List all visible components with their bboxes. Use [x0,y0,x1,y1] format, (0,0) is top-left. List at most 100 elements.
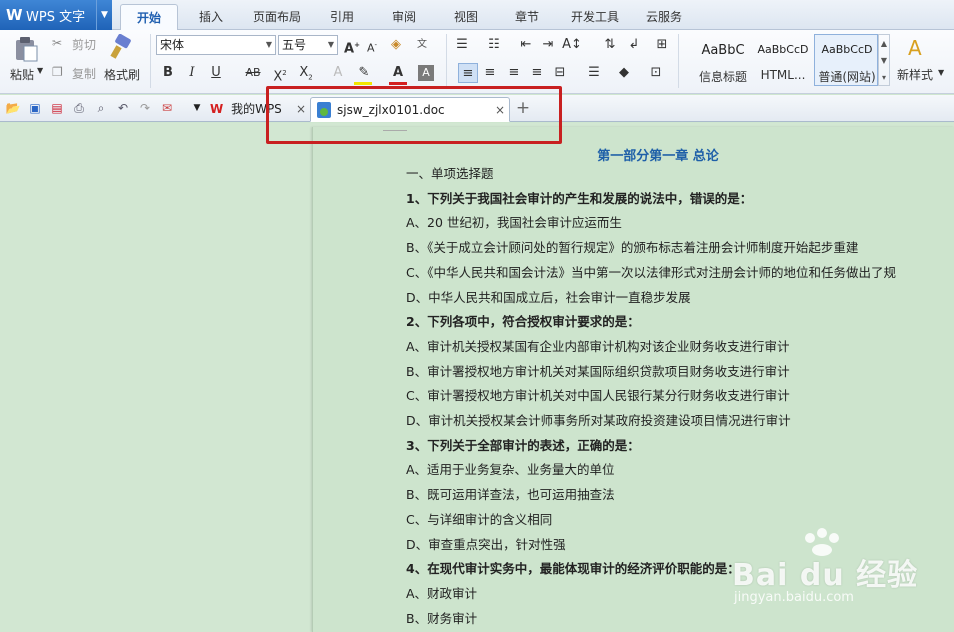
open-folder-icon[interactable]: 📂 [4,99,22,117]
align-left-icon[interactable]: ≡ [458,63,478,83]
separator [446,34,447,88]
watermark-url: jingyan.baidu.com [734,590,854,605]
new-style-icon: A [908,36,922,60]
ribbon-toolbar: 粘贴 ▼ ✂ 剪切 ❐ 复制 格式刷 宋体 ▼ 五号 ▼ A+ A- ◈ 文 B… [0,30,954,94]
tab-my-wps[interactable]: W 我的WPS × [210,97,310,122]
highlight-icon[interactable]: ✎ [354,63,374,83]
style-html[interactable]: AaBbCcD HTML... [750,34,814,86]
style-sample: AaBbCcD [757,43,809,56]
font-color-icon[interactable]: A [388,63,408,83]
paste-button[interactable] [10,36,40,62]
align-right-icon[interactable]: ≡ [504,63,524,83]
phonetic-guide-icon[interactable]: 文 [412,35,432,55]
paste-label[interactable]: 粘贴 [10,66,34,83]
style-name: HTML... [760,68,806,82]
shading-icon[interactable]: ◆ [614,63,634,83]
style-info-title[interactable]: AaBbC 信息标题 [690,34,754,86]
chevron-down-icon[interactable]: ▼ [263,36,275,54]
decrease-indent-icon[interactable]: ⇤ [516,35,536,55]
clear-format-icon[interactable]: ◈ [386,35,406,55]
tab-home[interactable]: 开始 [120,4,178,30]
close-icon[interactable]: × [296,97,306,121]
bold-icon[interactable]: B [158,63,178,83]
numbered-list-icon[interactable]: ☷ [484,35,504,55]
italic-icon[interactable]: I [182,63,202,83]
document-tab-bar: 📂 ▣ ▤ ⎙ ⌕ ↶ ↷ ✉ ▼ W 我的WPS × sjsw_zjlx010… [0,95,954,122]
style-sample: AaBbCcD [821,43,873,56]
new-style-dropdown-icon[interactable]: ▼ [938,68,944,77]
document-line: D、审查重点突出，针对性强 [406,537,566,552]
redo-icon[interactable]: ↷ [136,99,154,117]
text-direction-icon[interactable]: A↕ [562,35,582,55]
char-shading-icon[interactable]: A [418,65,434,81]
document-line: D、中华人民共和国成立后，社会审计一直稳步发展 [406,290,691,305]
print-preview-icon[interactable]: ⌕ [92,99,110,117]
strikethrough-icon[interactable]: AB [240,63,266,83]
font-size-select[interactable]: 五号 ▼ [278,35,338,55]
document-line: C、《中华人民共和国会计法》当中第一次以法律形式对注册会计师的地位和任务做出了规 [406,265,896,280]
tab-cloud[interactable]: 云服务 [636,4,692,30]
brush-icon [110,33,131,59]
customize-dropdown-icon[interactable]: ▼ [188,99,206,117]
bullet-list-icon[interactable]: ☰ [452,35,472,55]
tab-developer[interactable]: 开发工具 [564,4,626,30]
cut-button[interactable]: 剪切 [72,36,96,53]
tab-page-layout[interactable]: 页面布局 [244,4,310,30]
shrink-font-icon[interactable]: A- [362,35,382,55]
chevron-down-icon[interactable]: ▼ [96,0,112,30]
copy-icon: ❐ [52,65,63,79]
paste-dropdown-icon[interactable]: ▼ [37,66,43,75]
page-corner-mark [383,127,407,131]
table-grid-icon[interactable]: ⊞ [652,35,672,55]
font-name-value: 宋体 [160,38,185,52]
tab-review[interactable]: 审阅 [380,4,428,30]
wps-logo-icon: W [210,102,224,116]
subscript-icon[interactable]: X2 [296,63,316,83]
tab-insert[interactable]: 插入 [186,4,236,30]
tab-view[interactable]: 视图 [442,4,490,30]
align-center-icon[interactable]: ≡ [480,63,500,83]
text-effect-icon[interactable]: A [328,63,348,83]
format-painter-button[interactable] [108,33,134,62]
style-scroll[interactable]: ▲ ▼ ▾ [878,34,890,86]
save-icon[interactable]: ▣ [26,99,44,117]
close-icon[interactable]: × [495,98,505,122]
document-line: B、审计署授权地方审计机关对某国际组织贷款项目财务收支进行审计 [406,364,790,379]
format-painter-label[interactable]: 格式刷 [104,66,140,83]
tab-label: 我的WPS [231,102,282,116]
document-line: B、《关于成立会计顾问处的暂行规定》的颁布标志着注册会计师制度开始起步重建 [406,240,859,255]
chevron-down-icon[interactable]: ▼ [325,36,337,54]
sort-icon[interactable]: ⇅ [600,35,620,55]
print-icon[interactable]: ⎙ [70,99,88,117]
justify-icon[interactable]: ≡ [527,63,547,83]
superscript-icon[interactable]: X2 [270,63,290,84]
scissors-icon: ✂ [52,36,63,50]
undo-icon[interactable]: ↶ [114,99,132,117]
app-menu-button[interactable]: W WPS 文字 ▼ [0,0,112,30]
style-normal-web[interactable]: AaBbCcD 普通(网站) [814,34,878,86]
mail-icon[interactable]: ✉ [158,99,176,117]
copy-button[interactable]: 复制 [72,65,96,82]
distributed-icon[interactable]: ⊟ [550,63,570,83]
document-line: B、财务审计 [406,611,478,626]
style-sample: AaBbC [701,43,745,58]
question-line: 3、下列关于全部审计的表述，正确的是： [406,438,640,453]
line-spacing-icon[interactable]: ☰ [584,63,604,83]
tab-references[interactable]: 引用 [318,4,366,30]
increase-indent-icon[interactable]: ⇥ [538,35,558,55]
tab-document[interactable]: sjsw_zjlx0101.doc × [310,97,510,122]
export-pdf-icon[interactable]: ▤ [48,99,66,117]
underline-icon[interactable]: U [206,63,226,83]
separator [678,34,679,88]
border-icon[interactable]: ⊡ [646,63,666,83]
document-line: D、审计机关授权某会计师事务所对某政府投资建设项目情况进行审计 [406,413,791,428]
font-name-select[interactable]: 宋体 ▼ [156,35,276,55]
baidu-watermark: Bai du 经验 jingyan.baidu.com [732,528,942,608]
tab-section[interactable]: 章节 [503,4,551,30]
question-line: 2、下列各项中，符合授权审计要求的是： [406,314,640,329]
show-marks-icon[interactable]: ↲ [624,35,644,55]
new-tab-icon[interactable]: + [514,99,532,117]
tab-label: sjsw_zjlx0101.doc [337,103,445,117]
grow-font-icon[interactable]: A+ [342,35,362,56]
new-style-button[interactable]: 新样式 [897,66,933,83]
